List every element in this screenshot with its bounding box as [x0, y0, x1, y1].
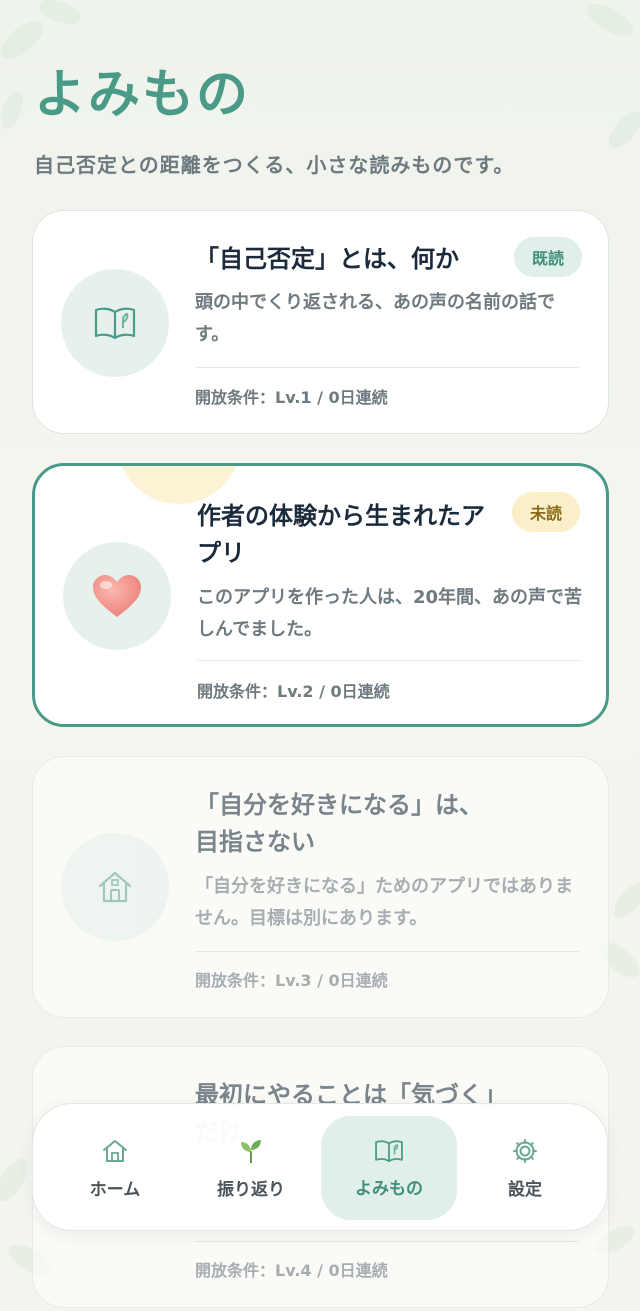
card-description: 頭の中でくり返される、あの声の名前の話です。: [195, 292, 555, 345]
card-description: 「自分を好きになる」ためのアプリではありません。目標は別にあります。: [195, 876, 573, 929]
card-divider: [195, 1241, 579, 1242]
card-title: 「自己否定」とは、何か: [195, 245, 459, 273]
article-card-3[interactable]: 「自分を好きになる」は、目指さない 「自分を好きになる」ためのアプリではありませ…: [32, 756, 609, 1018]
unlock-condition: 開放条件：Lv.2 / 0日連続: [197, 682, 390, 701]
home-icon: [103, 1139, 127, 1162]
card-icon-circle: [61, 833, 169, 941]
house-icon: [98, 871, 132, 903]
unlock-condition: 開放条件：Lv.3 / 0日連続: [195, 971, 388, 990]
nav-reflection[interactable]: 振り返り: [183, 1116, 319, 1220]
nav-label: よみもの: [355, 1178, 423, 1199]
heart-icon: [93, 575, 141, 617]
article-card-2[interactable]: 作者の体験から生まれたアプリ 未読 このアプリを作った人は、20年間、あの声で苦…: [32, 463, 609, 727]
sprout-icon: [241, 1139, 261, 1163]
page-title: よみもの: [34, 65, 251, 125]
card-description: このアプリを作った人は、20年間、あの声で苦しんでました。: [197, 587, 583, 640]
card-icon-circle: [63, 542, 171, 650]
unlock-condition: 開放条件：Lv.1 / 0日連続: [195, 388, 388, 407]
nav-reading[interactable]: よみもの: [321, 1116, 457, 1220]
gear-icon: [513, 1138, 537, 1163]
nav-label: 振り返り: [217, 1179, 285, 1200]
bottom-navigation: ホーム 振り返り よみもの 設定: [32, 1103, 608, 1231]
nav-label: 設定: [508, 1179, 542, 1200]
read-badge: 既読: [513, 237, 582, 277]
card-title: 作者の体験から生まれたアプリ: [197, 502, 485, 567]
article-card-1[interactable]: 「自己否定」とは、何か 既読 頭の中でくり返される、あの声の名前の話です。 開放…: [32, 210, 609, 434]
card-divider: [195, 951, 579, 952]
book-icon: [94, 307, 136, 340]
nav-settings[interactable]: 設定: [457, 1116, 593, 1220]
book-icon: [375, 1139, 403, 1162]
page-header: よみもの 自己否定との距離をつくる、小さな読みものです。: [34, 52, 514, 178]
card-title: 「自分を好きになる」は、目指さない: [195, 791, 483, 856]
page-subtitle: 自己否定との距離をつくる、小さな読みものです。: [34, 153, 515, 177]
unread-badge: 未読: [511, 492, 580, 532]
unlock-condition: 開放条件：Lv.4 / 0日連続: [195, 1261, 388, 1280]
nav-label: ホーム: [89, 1179, 141, 1200]
card-divider: [197, 660, 581, 661]
card-divider: [195, 367, 579, 368]
card-icon-circle: [61, 269, 169, 377]
nav-home[interactable]: ホーム: [47, 1116, 183, 1220]
